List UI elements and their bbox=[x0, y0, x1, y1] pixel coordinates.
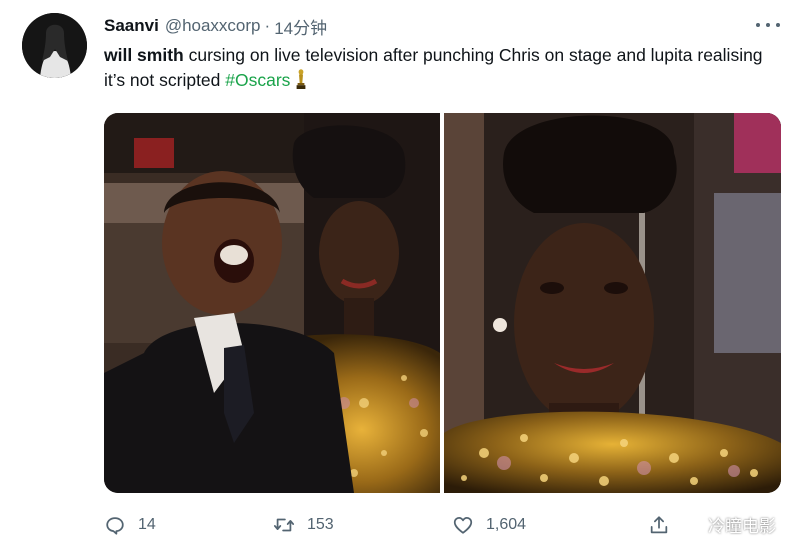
reply-count: 14 bbox=[138, 516, 156, 533]
share-button[interactable] bbox=[648, 505, 670, 545]
tweet-card[interactable]: Saanvi @hoaxxcorp · 14分钟 will smith curs… bbox=[0, 0, 800, 558]
tweet-text-body: cursing on live television after punchin… bbox=[104, 45, 763, 90]
tweet-text: will smith cursing on live television af… bbox=[104, 43, 784, 93]
author-name[interactable]: Saanvi bbox=[104, 16, 159, 36]
retweet-button[interactable]: 153 bbox=[273, 505, 334, 545]
tweet-text-bold: will smith bbox=[104, 45, 184, 65]
like-button[interactable]: 1,604 bbox=[452, 505, 526, 545]
avatar-portrait-icon bbox=[22, 13, 87, 78]
more-horizontal-icon[interactable] bbox=[756, 15, 780, 35]
timestamp[interactable]: 14分钟 bbox=[274, 14, 327, 39]
tweet-actions: 14 153 1,604 bbox=[0, 505, 800, 545]
hashtag-link[interactable]: #Oscars bbox=[225, 70, 290, 90]
photo-right[interactable] bbox=[444, 113, 781, 493]
reply-button[interactable]: 14 bbox=[104, 505, 156, 545]
heart-icon bbox=[453, 516, 473, 534]
retweet-count: 153 bbox=[307, 516, 334, 533]
tweet-header: Saanvi @hoaxxcorp · 14分钟 bbox=[104, 14, 327, 38]
avatar[interactable] bbox=[22, 13, 87, 78]
retweet-icon bbox=[273, 518, 295, 532]
separator-dot: · bbox=[264, 16, 271, 35]
reply-icon bbox=[106, 517, 124, 535]
photo-lupita-image bbox=[444, 113, 781, 493]
tweet-media[interactable] bbox=[104, 113, 781, 493]
watermark-text: 冷瞳电影 bbox=[708, 517, 776, 536]
photo-left[interactable] bbox=[104, 113, 440, 493]
share-icon bbox=[650, 516, 668, 534]
photo-will-smith-image bbox=[104, 113, 440, 493]
watermark-logo-icon bbox=[687, 516, 703, 533]
like-count: 1,604 bbox=[486, 516, 527, 533]
watermark: 冷瞳电影 bbox=[686, 512, 776, 537]
trophy-icon bbox=[297, 69, 306, 89]
author-handle[interactable]: @hoaxxcorp bbox=[165, 16, 261, 36]
